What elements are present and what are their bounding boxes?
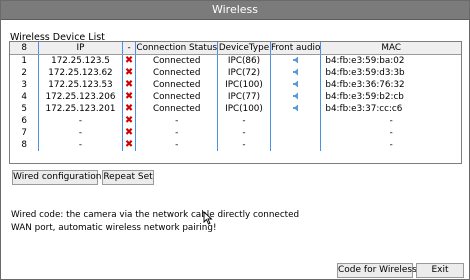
row-front-audio [270,127,322,139]
header-connection-status: Connection Status [135,42,219,55]
x-mark-icon[interactable]: ✖ [125,139,133,150]
row-device-type: - [217,127,271,139]
row-mac: b4:fb:e3:59:ba:02 [325,55,405,66]
row-ip: 172.25.123.5 [38,54,123,67]
table-row[interactable]: 1 172.25.123.5 ✖ Connected IPC(86) b4:fb:e3:5… [10,54,461,67]
header-mac: MAC [320,42,461,55]
row-connection-status: Connected [135,91,219,103]
x-mark-icon[interactable]: ✖ [125,127,133,138]
dialog-title: Wireless [1,1,469,20]
header-front-audio: Front audio [270,42,322,55]
row-mac: b4:fb:e3:59:d3:3b [325,67,405,78]
row-number: 6 [10,115,40,127]
row-state: ✖ [122,115,137,127]
row-device-type: IPC(72) [217,67,271,79]
row-connection-status: Connected [135,54,219,67]
row-number: 2 [10,67,40,79]
row-connection-status: Connected [135,103,219,115]
row-number: 4 [10,91,40,103]
row-number: 8 [10,139,40,151]
row-state: ✖ [122,139,137,151]
row-state: ✖ [122,79,137,91]
row-state: ✖ [122,67,137,79]
row-device-type: - [217,115,271,127]
row-ip: 172.25.123.53 [38,79,123,91]
speaker-icon[interactable] [292,68,300,76]
row-front-audio [270,67,322,79]
row-ip: - [38,115,123,127]
row-device-type: - [217,139,271,151]
table-row[interactable]: 3 172.25.123.53 ✖ Connected IPC(100) b4:fb:e3… [10,79,461,91]
row-front-audio [270,79,322,91]
x-mark-icon[interactable]: ✖ [125,55,133,66]
x-mark-icon[interactable]: ✖ [125,91,133,102]
x-mark-icon[interactable]: ✖ [125,67,133,78]
header-device-type: DeviceType [217,42,271,55]
row-device-type: IPC(77) [217,91,271,103]
row-ip: - [38,139,123,151]
table-row[interactable]: 4 172.25.123.206 ✖ Connected IPC(77) b4:fb:e3… [10,91,461,103]
row-mac: - [389,115,393,126]
row-state: ✖ [122,91,137,103]
row-ip: 172.25.123.206 [38,91,123,103]
row-connection-status: - [135,115,219,127]
row-number: 5 [10,103,40,115]
table-row[interactable]: 6- ✖ - - - [10,115,461,127]
row-ip: 172.25.123.201 [38,103,123,115]
row-device-type: IPC(100) [217,79,271,91]
table-row[interactable]: 2 172.25.123.62 ✖ Connected IPC(72) b4:fb:e3:… [10,67,461,79]
header-ip: IP [38,42,123,55]
row-front-audio [270,103,322,115]
speaker-icon[interactable] [292,92,300,100]
row-mac: - [389,127,393,138]
device-grid: 8 IP - Connection Status DeviceType Fron… [10,42,461,151]
header-state: - [122,42,137,55]
row-ip: 172.25.123.62 [38,67,123,79]
repeat-set-button[interactable]: Repeat Set [102,170,154,185]
speaker-icon[interactable] [292,104,300,112]
wireless-dialog: Wireless Wireless Device List 8 IP - Con… [0,0,470,280]
row-device-type: IPC(86) [217,54,271,67]
wireless-device-table: 8 IP - Connection Status DeviceType Fron… [9,41,462,164]
row-state: ✖ [122,127,137,139]
x-mark-icon[interactable]: ✖ [125,115,133,126]
row-state: ✖ [122,103,137,115]
speaker-icon[interactable] [292,56,300,64]
row-number: 7 [10,127,40,139]
x-mark-icon[interactable]: ✖ [125,79,133,90]
row-mac: b4:fb:e3:36:76:32 [325,79,405,90]
row-connection-status: - [135,139,219,151]
row-mac: b4:fb:e3:59:b2:cb [325,91,404,102]
table-row[interactable]: 8- ✖ - - - [10,139,461,151]
row-mac: - [389,139,393,150]
mouse-cursor-icon [203,211,213,225]
exit-button[interactable]: Exit [416,263,464,278]
row-number: 1 [10,54,40,67]
table-header-row: 8 IP - Connection Status DeviceType Fron… [10,42,461,55]
row-connection-status: Connected [135,67,219,79]
row-ip: - [38,127,123,139]
row-connection-status: Connected [135,79,219,91]
header-count: 8 [10,42,40,55]
wired-code-note: Wired code: the camera via the network c… [11,210,300,233]
row-front-audio [270,115,322,127]
row-device-type: IPC(100) [217,103,271,115]
wired-configuration-button[interactable]: Wired configuration [12,170,102,185]
row-mac: b4:fb:e3:37:cc:c6 [325,103,403,114]
x-mark-icon[interactable]: ✖ [125,103,133,114]
row-connection-status: - [135,127,219,139]
speaker-icon[interactable] [292,80,300,88]
table-row[interactable]: 7- ✖ - - - [10,127,461,139]
row-state: ✖ [122,54,137,67]
row-front-audio [270,139,322,151]
code-for-wireless-button[interactable]: Code for Wireless [337,263,417,278]
row-front-audio [270,54,322,67]
row-number: 3 [10,79,40,91]
table-row[interactable]: 5 172.25.123.201 ✖ Connected IPC(100) b4:fb:e… [10,103,461,115]
row-front-audio [270,91,322,103]
